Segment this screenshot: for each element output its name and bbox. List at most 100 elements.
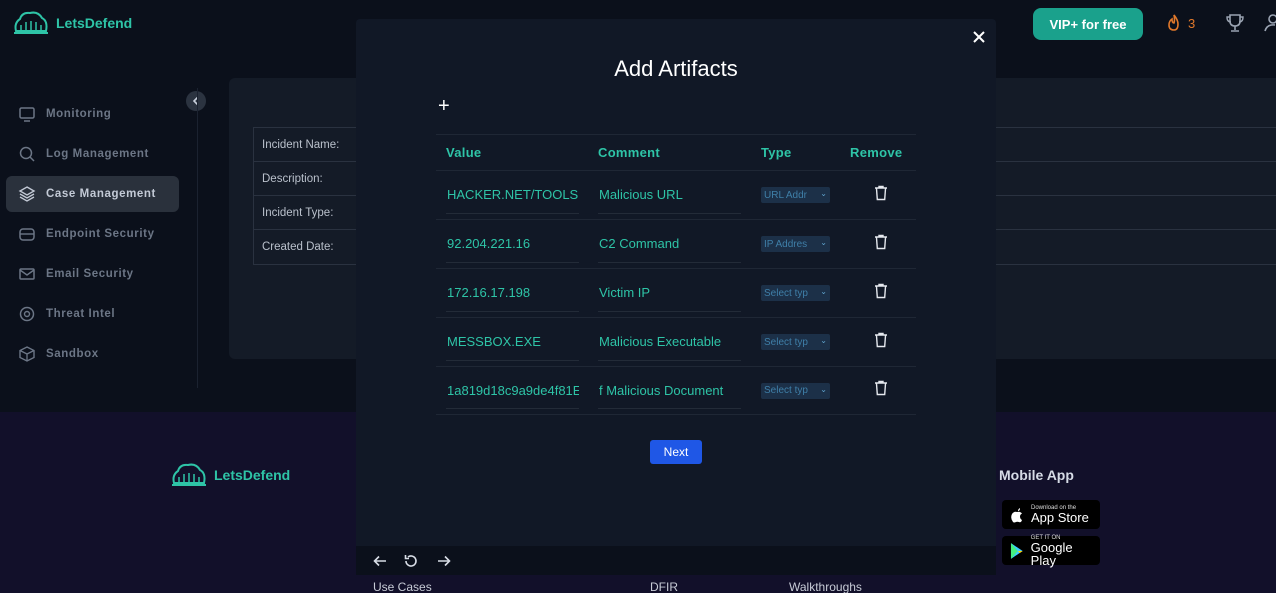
sidebar-item-sandbox[interactable]: Sandbox bbox=[6, 336, 179, 372]
chevron-down-icon: ⌄ bbox=[820, 238, 827, 247]
artifact-type-select[interactable]: URL Addr ⌄ bbox=[761, 187, 830, 203]
column-header-comment: Comment bbox=[598, 145, 661, 160]
monitor-icon bbox=[19, 107, 35, 122]
user-icon bbox=[1264, 14, 1276, 32]
arrow-left-icon bbox=[373, 555, 386, 567]
close-button[interactable] bbox=[970, 28, 988, 46]
apple-icon bbox=[1011, 507, 1022, 522]
trash-icon bbox=[875, 185, 887, 200]
artifacts-table: Value Comment Type Remove HACKER.NET/TOO… bbox=[436, 134, 916, 415]
forward-button[interactable] bbox=[436, 553, 452, 569]
app-store-button[interactable]: Download on the App Store bbox=[1002, 500, 1100, 529]
brand-logo[interactable]: LetsDefend bbox=[12, 9, 132, 37]
type-select-value: Select typ bbox=[764, 336, 808, 348]
type-select-value: IP Addres bbox=[764, 238, 808, 250]
table-row: 92.204.221.16 C2 Command IP Addres ⌄ bbox=[436, 219, 916, 268]
sidebar-item-label: Sandbox bbox=[46, 348, 99, 360]
type-select-value: Select typ bbox=[764, 287, 808, 299]
sidebar-item-log-management[interactable]: Log Management bbox=[6, 136, 179, 172]
artifact-type-select[interactable]: IP Addres ⌄ bbox=[761, 236, 830, 252]
vip-button[interactable]: VIP+ for free bbox=[1033, 8, 1143, 40]
modal-title: Add Artifacts bbox=[614, 56, 738, 81]
footer-link-dfir[interactable]: DFIR bbox=[650, 580, 678, 593]
footer-link-walkthroughs[interactable]: Walkthroughs bbox=[789, 580, 862, 593]
streak-counter[interactable]: 3 bbox=[1166, 14, 1195, 32]
artifact-comment-input[interactable]: Victim IP bbox=[598, 275, 741, 312]
remove-button[interactable] bbox=[874, 234, 888, 255]
artifact-comment-input[interactable]: C2 Command bbox=[598, 226, 741, 263]
google-play-icon bbox=[1010, 542, 1023, 559]
column-header-value: Value bbox=[446, 145, 482, 160]
trash-icon bbox=[875, 332, 887, 347]
form-label: Created Date: bbox=[262, 241, 334, 253]
table-row: 1a819d18c9a9de4f81E f Malicious Document… bbox=[436, 366, 916, 415]
arrow-right-icon bbox=[438, 555, 451, 567]
chevron-down-icon: ⌄ bbox=[820, 287, 827, 296]
cube-icon bbox=[19, 346, 35, 362]
refresh-button[interactable] bbox=[403, 553, 419, 569]
add-artifact-button[interactable]: + bbox=[438, 96, 452, 116]
brand-name: LetsDefend bbox=[214, 467, 291, 483]
modal-toolbar bbox=[356, 546, 996, 575]
add-artifacts-modal: Add Artifacts + Value Comment Type Remov… bbox=[356, 19, 996, 575]
trash-icon bbox=[875, 283, 887, 298]
remove-button[interactable] bbox=[874, 332, 888, 353]
next-button[interactable]: Next bbox=[650, 440, 702, 464]
artifact-comment-input[interactable]: f Malicious Document bbox=[598, 372, 741, 409]
sidebar-item-endpoint-security[interactable]: Endpoint Security bbox=[6, 216, 179, 252]
trash-icon bbox=[875, 380, 887, 396]
sidebar-item-label: Case Management bbox=[46, 188, 156, 200]
letsdefend-logo-icon bbox=[14, 11, 48, 34]
profile-button[interactable] bbox=[1263, 13, 1276, 35]
server-icon bbox=[19, 228, 35, 241]
column-header-remove: Remove bbox=[850, 145, 903, 160]
type-select-value: URL Addr bbox=[764, 189, 807, 201]
back-button[interactable] bbox=[372, 553, 388, 569]
artifact-value-input[interactable]: 172.16.17.198 bbox=[446, 275, 579, 312]
artifact-comment-input[interactable]: Malicious Executable bbox=[598, 324, 741, 361]
artifact-type-select[interactable]: Select typ ⌄ bbox=[761, 334, 830, 350]
sidebar-item-email-security[interactable]: Email Security bbox=[6, 256, 179, 292]
letsdefend-logo-icon bbox=[172, 463, 206, 486]
table-row: 172.16.17.198 Victim IP Select typ ⌄ bbox=[436, 268, 916, 317]
artifact-value-input[interactable]: 92.204.221.16 bbox=[446, 226, 579, 263]
crosshair-icon bbox=[19, 306, 35, 322]
artifact-value-input[interactable]: MESSBOX.EXE bbox=[446, 324, 579, 361]
table-row: MESSBOX.EXE Malicious Executable Select … bbox=[436, 317, 916, 366]
table-header: Value Comment Type Remove bbox=[436, 134, 916, 170]
artifact-value-input[interactable]: 1a819d18c9a9de4f81E bbox=[446, 372, 579, 409]
trash-icon bbox=[875, 234, 887, 249]
chevron-down-icon: ⌄ bbox=[820, 336, 827, 345]
remove-button[interactable] bbox=[874, 283, 888, 304]
footer-link-use-cases[interactable]: Use Cases bbox=[373, 580, 432, 593]
type-select-value: Select typ bbox=[764, 385, 808, 396]
form-label: Incident Name: bbox=[262, 138, 340, 151]
sidebar-item-monitoring[interactable]: Monitoring bbox=[6, 96, 179, 132]
table-row: HACKER.NET/TOOLS Malicious URL URL Addr ⌄ bbox=[436, 170, 916, 219]
artifact-type-select[interactable]: Select typ ⌄ bbox=[761, 285, 830, 301]
column-header-type: Type bbox=[761, 145, 792, 160]
sidebar-item-label: Endpoint Security bbox=[46, 228, 155, 240]
streak-count: 3 bbox=[1188, 15, 1196, 31]
store-big-text: App Store bbox=[1031, 510, 1089, 525]
sidebar-item-label: Threat Intel bbox=[46, 308, 116, 320]
sidebar-item-case-management[interactable]: Case Management bbox=[6, 176, 179, 212]
brand-name: LetsDefend bbox=[56, 15, 133, 31]
artifact-type-select[interactable]: Select typ ⌄ bbox=[761, 382, 830, 399]
layers-icon bbox=[18, 186, 36, 202]
remove-button[interactable] bbox=[874, 185, 888, 206]
mail-icon bbox=[19, 268, 35, 280]
chevron-down-icon: ⌄ bbox=[820, 189, 827, 198]
artifact-value-input[interactable]: HACKER.NET/TOOLS bbox=[446, 177, 579, 214]
sidebar-item-threat-intel[interactable]: Threat Intel bbox=[6, 296, 179, 332]
close-icon bbox=[973, 31, 985, 43]
leaderboard-button[interactable] bbox=[1226, 13, 1244, 38]
flame-icon bbox=[1168, 14, 1179, 31]
form-label: Incident Type: bbox=[262, 206, 334, 219]
form-label: Description: bbox=[262, 172, 323, 185]
artifact-comment-input[interactable]: Malicious URL bbox=[598, 177, 741, 214]
remove-button[interactable] bbox=[874, 380, 888, 401]
footer-brand-logo[interactable]: LetsDefend bbox=[170, 461, 290, 489]
chevron-down-icon: ⌄ bbox=[820, 384, 827, 394]
google-play-button[interactable]: GET IT ON Google Play bbox=[1002, 535, 1100, 567]
